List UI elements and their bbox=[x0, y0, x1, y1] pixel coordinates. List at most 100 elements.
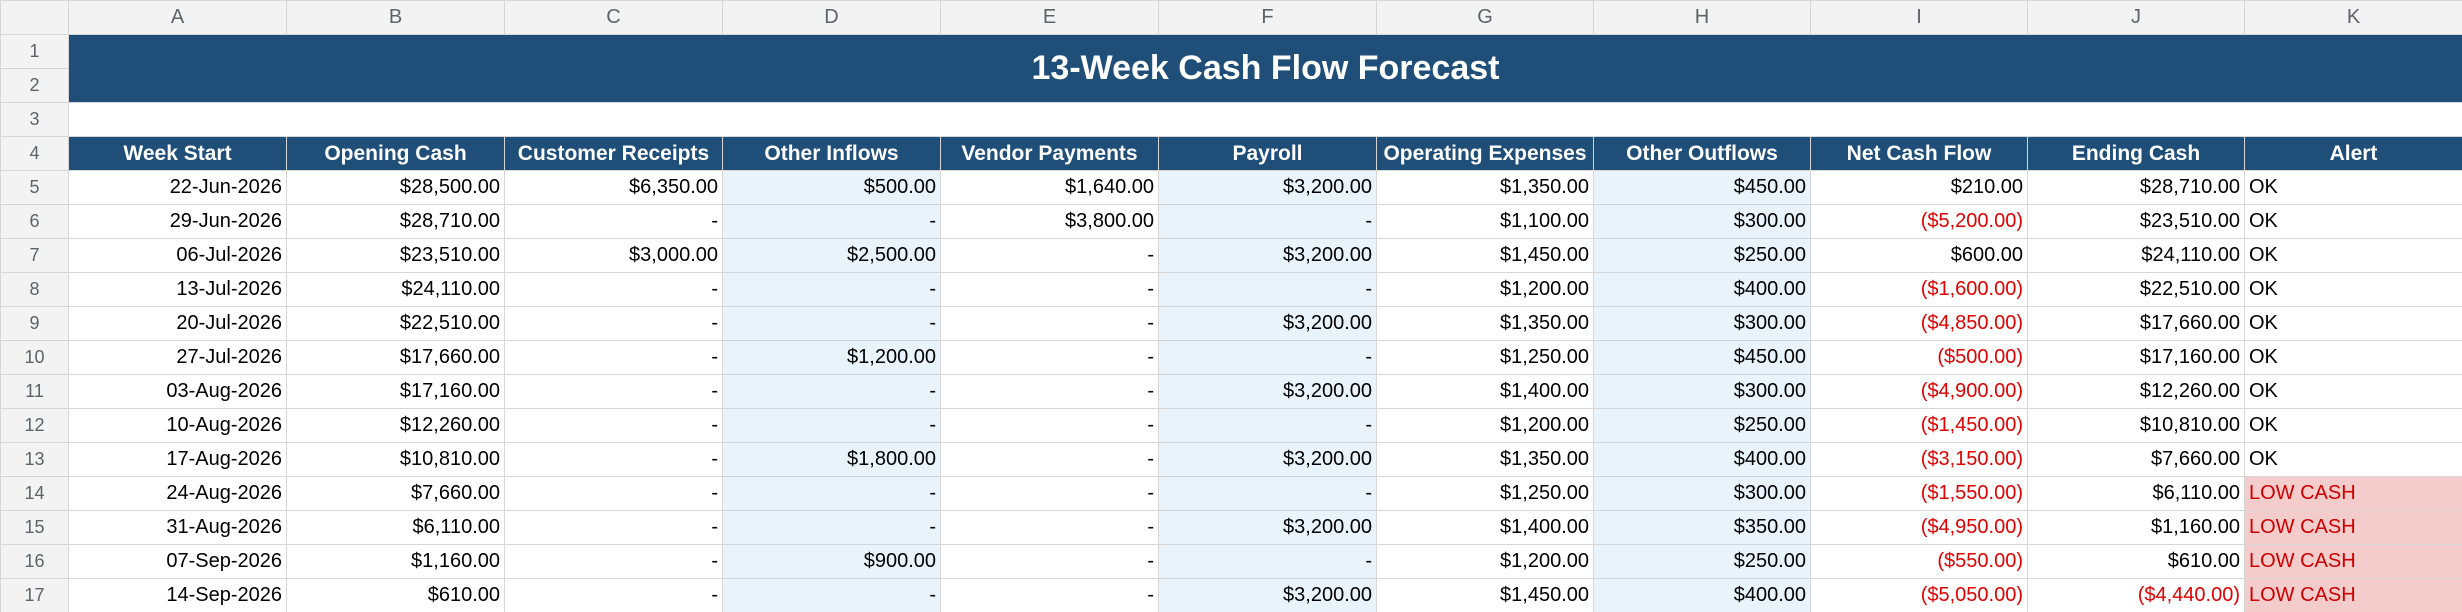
row-header-9[interactable]: 9 bbox=[0, 306, 69, 341]
cell-customer-receipts[interactable]: - bbox=[504, 442, 723, 477]
cell-vendor-payments[interactable]: - bbox=[940, 544, 1159, 579]
cell-vendor-payments[interactable]: - bbox=[940, 238, 1159, 273]
cell-payroll[interactable]: - bbox=[1158, 476, 1377, 511]
cell-operating-expenses[interactable]: $1,250.00 bbox=[1376, 340, 1594, 375]
cell-customer-receipts[interactable]: - bbox=[504, 306, 723, 341]
row-header-1[interactable]: 1 bbox=[0, 34, 69, 69]
header-operating-expenses[interactable]: Operating Expenses bbox=[1376, 136, 1594, 171]
cell-other-outflows[interactable]: $400.00 bbox=[1593, 578, 1811, 612]
cell-customer-receipts[interactable]: - bbox=[504, 476, 723, 511]
cell-other-inflows[interactable]: - bbox=[722, 204, 941, 239]
row-header-14[interactable]: 14 bbox=[0, 476, 69, 511]
column-header-j[interactable]: J bbox=[2027, 0, 2245, 35]
cell-customer-receipts[interactable]: - bbox=[504, 510, 723, 545]
cell-other-inflows[interactable]: - bbox=[722, 578, 941, 612]
header-payroll[interactable]: Payroll bbox=[1158, 136, 1377, 171]
cell-alert[interactable]: OK bbox=[2244, 374, 2462, 409]
header-alert[interactable]: Alert bbox=[2244, 136, 2462, 171]
cell-alert[interactable]: LOW CASH bbox=[2244, 578, 2462, 612]
cell-opening-cash[interactable]: $22,510.00 bbox=[286, 306, 505, 341]
cell-alert[interactable]: OK bbox=[2244, 204, 2462, 239]
column-header-g[interactable]: G bbox=[1376, 0, 1594, 35]
cell-customer-receipts[interactable]: - bbox=[504, 408, 723, 443]
cell-operating-expenses[interactable]: $1,350.00 bbox=[1376, 306, 1594, 341]
cell-customer-receipts[interactable]: - bbox=[504, 374, 723, 409]
row-header-6[interactable]: 6 bbox=[0, 204, 69, 239]
cell-week-start[interactable]: 13-Jul-2026 bbox=[68, 272, 287, 307]
header-net-cash-flow[interactable]: Net Cash Flow bbox=[1810, 136, 2028, 171]
cell-other-outflows[interactable]: $400.00 bbox=[1593, 272, 1811, 307]
column-header-b[interactable]: B bbox=[286, 0, 505, 35]
cell-net-cash-flow[interactable]: ($1,450.00) bbox=[1810, 408, 2028, 443]
column-header-h[interactable]: H bbox=[1593, 0, 1811, 35]
cell-alert[interactable]: OK bbox=[2244, 442, 2462, 477]
cell-other-outflows[interactable]: $250.00 bbox=[1593, 544, 1811, 579]
cell-opening-cash[interactable]: $6,110.00 bbox=[286, 510, 505, 545]
blank-row-cell[interactable] bbox=[68, 102, 2462, 137]
cell-payroll[interactable]: $3,200.00 bbox=[1158, 442, 1377, 477]
column-header-c[interactable]: C bbox=[504, 0, 723, 35]
cell-other-outflows[interactable]: $300.00 bbox=[1593, 374, 1811, 409]
cell-payroll[interactable]: $3,200.00 bbox=[1158, 374, 1377, 409]
cell-operating-expenses[interactable]: $1,400.00 bbox=[1376, 374, 1594, 409]
row-header-4[interactable]: 4 bbox=[0, 136, 69, 171]
row-header-5[interactable]: 5 bbox=[0, 170, 69, 205]
cell-alert[interactable]: LOW CASH bbox=[2244, 476, 2462, 511]
cell-opening-cash[interactable]: $10,810.00 bbox=[286, 442, 505, 477]
cell-alert[interactable]: LOW CASH bbox=[2244, 544, 2462, 579]
cell-alert[interactable]: OK bbox=[2244, 238, 2462, 273]
cell-payroll[interactable]: - bbox=[1158, 544, 1377, 579]
cell-operating-expenses[interactable]: $1,250.00 bbox=[1376, 476, 1594, 511]
cell-operating-expenses[interactable]: $1,350.00 bbox=[1376, 170, 1594, 205]
cell-payroll[interactable]: $3,200.00 bbox=[1158, 306, 1377, 341]
cell-opening-cash[interactable]: $12,260.00 bbox=[286, 408, 505, 443]
cell-alert[interactable]: LOW CASH bbox=[2244, 510, 2462, 545]
row-header-7[interactable]: 7 bbox=[0, 238, 69, 273]
cell-ending-cash[interactable]: $17,660.00 bbox=[2027, 306, 2245, 341]
cell-opening-cash[interactable]: $24,110.00 bbox=[286, 272, 505, 307]
cell-net-cash-flow[interactable]: ($1,550.00) bbox=[1810, 476, 2028, 511]
cell-vendor-payments[interactable]: - bbox=[940, 476, 1159, 511]
cell-net-cash-flow[interactable]: ($500.00) bbox=[1810, 340, 2028, 375]
cell-opening-cash[interactable]: $28,710.00 bbox=[286, 204, 505, 239]
column-header-a[interactable]: A bbox=[68, 0, 287, 35]
cell-ending-cash[interactable]: $28,710.00 bbox=[2027, 170, 2245, 205]
cell-ending-cash[interactable]: $17,160.00 bbox=[2027, 340, 2245, 375]
column-header-k[interactable]: K bbox=[2244, 0, 2462, 35]
cell-alert[interactable]: OK bbox=[2244, 272, 2462, 307]
cell-customer-receipts[interactable]: - bbox=[504, 544, 723, 579]
cell-vendor-payments[interactable]: - bbox=[940, 374, 1159, 409]
cell-net-cash-flow[interactable]: $210.00 bbox=[1810, 170, 2028, 205]
row-header-12[interactable]: 12 bbox=[0, 408, 69, 443]
cell-other-inflows[interactable]: $900.00 bbox=[722, 544, 941, 579]
header-opening-cash[interactable]: Opening Cash bbox=[286, 136, 505, 171]
cell-customer-receipts[interactable]: $6,350.00 bbox=[504, 170, 723, 205]
cell-ending-cash[interactable]: $7,660.00 bbox=[2027, 442, 2245, 477]
cell-week-start[interactable]: 03-Aug-2026 bbox=[68, 374, 287, 409]
cell-opening-cash[interactable]: $17,660.00 bbox=[286, 340, 505, 375]
cell-operating-expenses[interactable]: $1,100.00 bbox=[1376, 204, 1594, 239]
cell-net-cash-flow[interactable]: ($5,050.00) bbox=[1810, 578, 2028, 612]
cell-ending-cash[interactable]: $610.00 bbox=[2027, 544, 2245, 579]
row-header-8[interactable]: 8 bbox=[0, 272, 69, 307]
cell-net-cash-flow[interactable]: ($4,850.00) bbox=[1810, 306, 2028, 341]
cell-vendor-payments[interactable]: - bbox=[940, 442, 1159, 477]
cell-ending-cash[interactable]: ($4,440.00) bbox=[2027, 578, 2245, 612]
cell-other-inflows[interactable]: - bbox=[722, 272, 941, 307]
cell-opening-cash[interactable]: $7,660.00 bbox=[286, 476, 505, 511]
cell-customer-receipts[interactable]: - bbox=[504, 272, 723, 307]
cell-other-outflows[interactable]: $300.00 bbox=[1593, 306, 1811, 341]
cell-other-outflows[interactable]: $250.00 bbox=[1593, 408, 1811, 443]
cell-payroll[interactable]: - bbox=[1158, 204, 1377, 239]
cell-net-cash-flow[interactable]: ($5,200.00) bbox=[1810, 204, 2028, 239]
cell-alert[interactable]: OK bbox=[2244, 408, 2462, 443]
column-header-d[interactable]: D bbox=[722, 0, 941, 35]
cell-other-inflows[interactable]: - bbox=[722, 408, 941, 443]
cell-net-cash-flow[interactable]: ($4,950.00) bbox=[1810, 510, 2028, 545]
cell-net-cash-flow[interactable]: ($550.00) bbox=[1810, 544, 2028, 579]
cell-operating-expenses[interactable]: $1,350.00 bbox=[1376, 442, 1594, 477]
cell-week-start[interactable]: 31-Aug-2026 bbox=[68, 510, 287, 545]
cell-customer-receipts[interactable]: - bbox=[504, 204, 723, 239]
cell-payroll[interactable]: - bbox=[1158, 272, 1377, 307]
cell-customer-receipts[interactable]: - bbox=[504, 578, 723, 612]
